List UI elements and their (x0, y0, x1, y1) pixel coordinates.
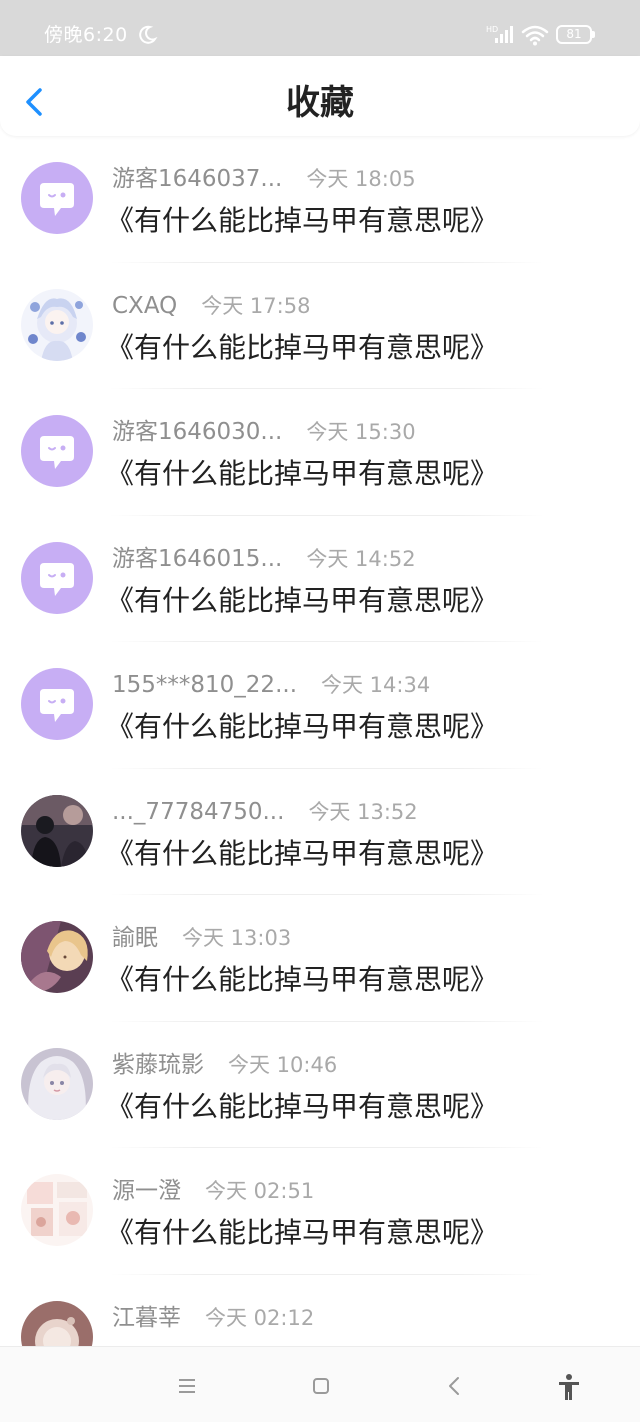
list-item[interactable]: 諭眠 今天 13:03 《有什么能比掉马甲有意思呢》 (0, 895, 640, 1022)
timestamp: 今天 02:12 (205, 1305, 315, 1330)
avatar[interactable] (21, 162, 93, 234)
list-item[interactable]: CXAQ 今天 17:58 《有什么能比掉马甲有意思呢》 (0, 263, 640, 389)
username[interactable]: 游客1646015... (112, 546, 282, 572)
item-meta: 155***810_22... 今天 14:34 (112, 668, 430, 702)
work-title[interactable]: 《有什么能比掉马甲有意思呢》 (106, 202, 498, 240)
username[interactable]: ..._77784750... (112, 799, 284, 825)
chat-bubble-icon (40, 562, 74, 596)
battery-icon: 81 (556, 25, 596, 44)
list-item[interactable]: 155***810_22... 今天 14:34 《有什么能比掉马甲有意思呢》 (0, 642, 640, 769)
work-title[interactable]: 《有什么能比掉马甲有意思呢》 (106, 1088, 498, 1126)
username[interactable]: 155***810_22... (112, 672, 297, 698)
moon-icon (139, 25, 158, 44)
username[interactable]: 諭眠 (112, 925, 158, 951)
anime-avatar-image (21, 1047, 93, 1120)
status-bar: 傍晚6:20 HD 81 (0, 0, 640, 56)
timestamp: 今天 13:03 (182, 926, 292, 950)
avatar[interactable] (21, 794, 93, 867)
work-title[interactable]: 《有什么能比掉马甲有意思呢》 (106, 708, 498, 746)
favorites-list: 游客1646037... 今天 18:05 《有什么能比掉马甲有意思呢》 CXAQ… (0, 136, 640, 1346)
item-meta: 紫藤琉影 今天 10:46 (112, 1048, 337, 1082)
item-meta: 游客1646015... 今天 14:52 (112, 542, 416, 576)
avatar[interactable] (21, 668, 93, 740)
avatar[interactable] (21, 541, 93, 614)
list-item[interactable]: 游客1646015... 今天 14:52 《有什么能比掉马甲有意思呢》 (0, 516, 640, 642)
username[interactable]: CXAQ (112, 293, 177, 319)
wifi-icon (521, 25, 549, 46)
comic-avatar-image (21, 1174, 93, 1246)
photo-avatar-image (21, 1300, 93, 1346)
list-item[interactable]: 源一澄 今天 02:51 《有什么能比掉马甲有意思呢》 (0, 1148, 640, 1275)
timestamp: 今天 18:05 (306, 167, 416, 191)
photo-avatar-image (21, 794, 93, 867)
system-nav-bar (0, 1346, 640, 1422)
timestamp: 今天 14:52 (306, 546, 416, 571)
timestamp: 今天 13:52 (308, 799, 418, 824)
timestamp: 今天 02:51 (205, 1179, 315, 1203)
list-item[interactable]: 游客1646037... 今天 18:05 《有什么能比掉马甲有意思呢》 (0, 136, 640, 263)
avatar[interactable] (21, 415, 93, 487)
item-meta: ..._77784750... 今天 13:52 (112, 795, 418, 829)
work-title[interactable]: 《有什么能比掉马甲有意思呢》 (106, 961, 498, 999)
item-meta: 江暮莘 今天 02:12 (112, 1301, 314, 1335)
avatar[interactable] (21, 1300, 93, 1346)
timestamp: 今天 14:34 (321, 673, 431, 697)
work-title[interactable]: 《有什么能比掉马甲有意思呢》 (106, 582, 498, 620)
home-square-icon[interactable] (312, 1377, 330, 1395)
network-badge: HD (486, 25, 498, 34)
avatar[interactable] (21, 288, 93, 361)
chat-bubble-icon (40, 689, 74, 722)
list-item[interactable]: 紫藤琉影 今天 10:46 《有什么能比掉马甲有意思呢》 (0, 1022, 640, 1148)
item-meta: 諭眠 今天 13:03 (112, 921, 291, 955)
username[interactable]: 紫藤琉影 (112, 1052, 204, 1078)
page-title: 收藏 (286, 83, 354, 123)
item-meta: CXAQ 今天 17:58 (112, 289, 310, 323)
work-title[interactable]: 《有什么能比掉马甲有意思呢》 (106, 1214, 498, 1252)
list-item[interactable]: 江暮莘 今天 02:12 (0, 1275, 640, 1346)
item-meta: 游客1646030... 今天 15:30 (112, 415, 416, 449)
username[interactable]: 游客1646030... (112, 419, 282, 445)
anime-avatar-image (21, 921, 93, 993)
avatar[interactable] (21, 1047, 93, 1120)
avatar[interactable] (21, 921, 93, 993)
timestamp: 今天 10:46 (228, 1052, 338, 1077)
work-title[interactable]: 《有什么能比掉马甲有意思呢》 (106, 835, 498, 873)
anime-avatar-image (21, 288, 93, 361)
avatar[interactable] (21, 1174, 93, 1246)
list-item[interactable]: 游客1646030... 今天 15:30 《有什么能比掉马甲有意思呢》 (0, 389, 640, 516)
username[interactable]: 游客1646037... (112, 166, 282, 192)
menu-icon[interactable] (176, 1377, 198, 1395)
timestamp: 今天 15:30 (306, 420, 416, 444)
username[interactable]: 源一澄 (112, 1178, 181, 1204)
back-triangle-icon[interactable] (446, 1375, 462, 1397)
chat-bubble-icon (40, 183, 74, 216)
work-title[interactable]: 《有什么能比掉马甲有意思呢》 (106, 329, 498, 367)
chat-bubble-icon (40, 436, 74, 469)
timestamp: 今天 17:58 (201, 293, 311, 318)
username[interactable]: 江暮莘 (112, 1305, 181, 1331)
work-title[interactable]: 《有什么能比掉马甲有意思呢》 (106, 455, 498, 493)
list-item[interactable]: ..._77784750... 今天 13:52 《有什么能比掉马甲有意思呢》 (0, 769, 640, 895)
item-meta: 源一澄 今天 02:51 (112, 1174, 314, 1208)
status-time: 傍晚6:20 (44, 24, 128, 46)
item-meta: 游客1646037... 今天 18:05 (112, 162, 416, 196)
signal-icon: HD (486, 25, 513, 43)
battery-level: 81 (566, 27, 582, 41)
accessibility-icon[interactable] (556, 1373, 582, 1401)
